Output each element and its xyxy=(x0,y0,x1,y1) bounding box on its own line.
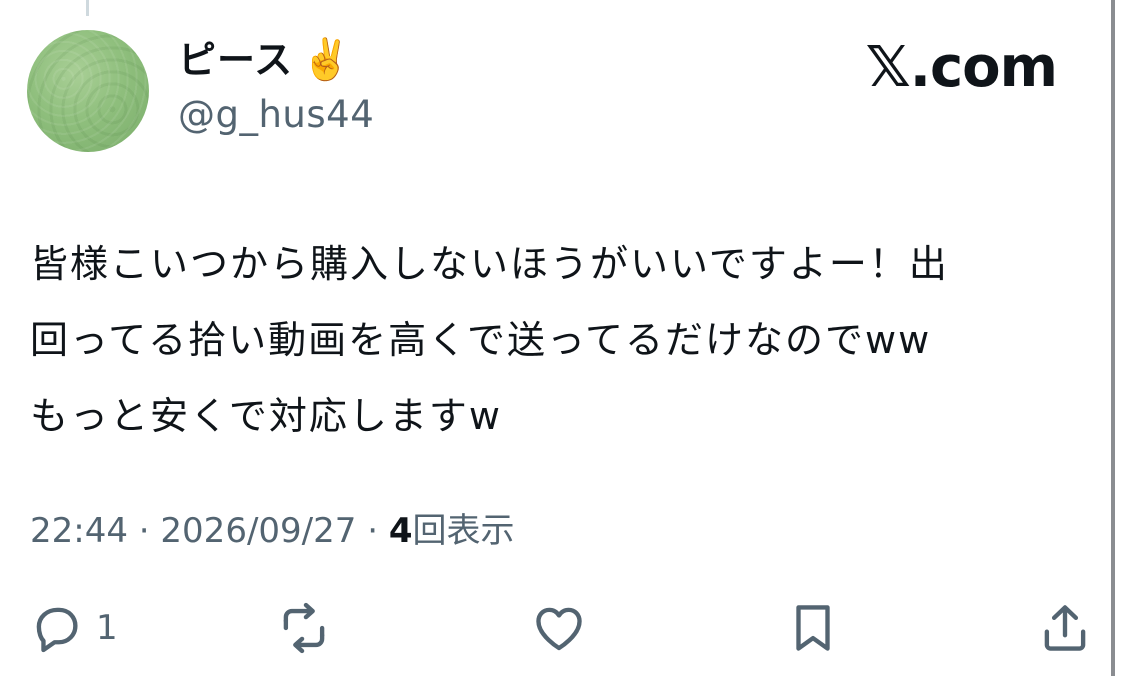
share-icon xyxy=(1044,605,1086,651)
reply-icon xyxy=(36,607,78,653)
like-button[interactable] xyxy=(530,596,588,660)
thread-connector-line xyxy=(86,0,89,16)
post-date[interactable]: 2026/09/27 xyxy=(160,511,356,551)
scrollbar[interactable] xyxy=(1111,0,1115,676)
avatar[interactable] xyxy=(27,30,149,152)
reply-button[interactable]: 1 xyxy=(28,596,118,660)
reply-count: 1 xyxy=(96,608,118,648)
views-count: 4 xyxy=(388,511,413,551)
bookmark-button[interactable] xyxy=(784,596,842,660)
post-view: ピース ✌️ @g_hus44 𝕏.com 皆様こいつから購入しないほうがいいで… xyxy=(0,0,1125,676)
post-time[interactable]: 22:44 xyxy=(30,511,128,551)
action-bar: 1 xyxy=(0,596,1125,666)
meta-separator: · xyxy=(138,511,150,551)
like-icon xyxy=(536,607,582,651)
repost-button[interactable] xyxy=(275,596,333,660)
views-label: 回表示 xyxy=(412,511,515,551)
avatar-image xyxy=(27,30,149,152)
post-meta: 22:44 · 2026/09/27 · 4回表示 xyxy=(30,507,515,555)
author-name-row[interactable]: ピース ✌️ xyxy=(178,40,351,80)
share-button[interactable] xyxy=(1036,596,1094,660)
peace-emoji: ✌️ xyxy=(301,37,351,83)
display-name[interactable]: ピース xyxy=(178,41,293,79)
brand-logo: 𝕏.com xyxy=(865,35,1058,100)
repost-icon xyxy=(283,602,325,654)
bookmark-icon xyxy=(796,605,830,651)
meta-separator: · xyxy=(367,511,379,551)
author-handle[interactable]: @g_hus44 xyxy=(178,96,374,133)
post-text: 皆様こいつから購入しないほうがいいですよー！出 回ってる拾い動画を高くで送ってる… xyxy=(30,242,949,438)
